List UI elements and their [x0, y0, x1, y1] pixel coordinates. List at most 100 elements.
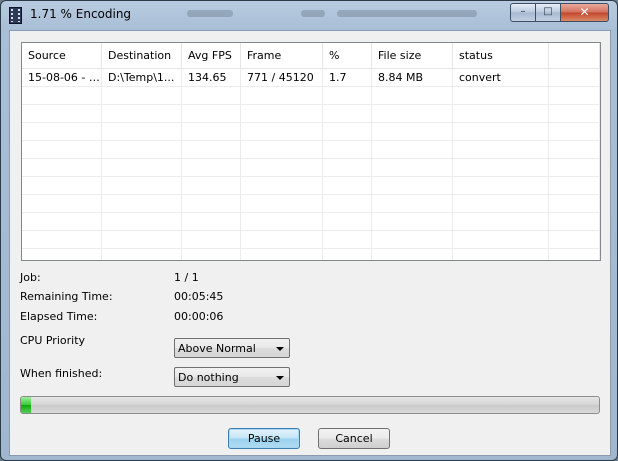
- empty-cell: [453, 159, 549, 176]
- cell-percent: 1.7: [323, 69, 372, 86]
- encoding-progress-bar: [20, 396, 600, 414]
- empty-cell: [453, 87, 549, 104]
- cpu-priority-value: Above Normal: [178, 342, 256, 355]
- maximize-icon: □: [543, 6, 553, 17]
- empty-cell: [549, 123, 600, 140]
- empty-cell: [102, 141, 182, 158]
- empty-cell: [372, 87, 453, 104]
- empty-table-row: [22, 249, 600, 260]
- empty-cell: [182, 249, 241, 260]
- empty-cell: [549, 105, 600, 122]
- empty-cell: [323, 159, 372, 176]
- empty-cell: [549, 249, 600, 260]
- empty-cell: [182, 177, 241, 194]
- empty-cell: [182, 123, 241, 140]
- empty-table-row: [22, 177, 600, 195]
- empty-cell: [323, 195, 372, 212]
- maximize-button[interactable]: □: [535, 3, 561, 22]
- column-header-status[interactable]: status: [453, 43, 549, 68]
- title-bar[interactable]: 1.71 % Encoding – □ ✕: [1, 1, 617, 29]
- cell-file-size: 8.84 MB: [372, 69, 453, 86]
- blurred-title-area: [337, 10, 477, 17]
- column-header-avg-fps[interactable]: Avg FPS: [182, 43, 241, 68]
- empty-table-row: [22, 159, 600, 177]
- empty-cell: [453, 213, 549, 230]
- empty-cell: [22, 231, 102, 248]
- empty-cell: [241, 105, 323, 122]
- empty-cell: [102, 213, 182, 230]
- empty-cell: [102, 123, 182, 140]
- when-finished-label: When finished:: [20, 367, 103, 380]
- empty-cell: [22, 141, 102, 158]
- empty-cell: [241, 213, 323, 230]
- empty-cell: [182, 87, 241, 104]
- empty-cell: [241, 249, 323, 260]
- cancel-button[interactable]: Cancel: [318, 428, 390, 449]
- dialog-body: Source Destination Avg FPS Frame % File …: [9, 30, 611, 456]
- empty-cell: [241, 177, 323, 194]
- close-icon: ✕: [579, 5, 590, 19]
- empty-table-row: [22, 231, 600, 249]
- blurred-title-area: [187, 10, 233, 17]
- column-header-file-size[interactable]: File size: [372, 43, 453, 68]
- table-row[interactable]: 15-08-06 - T... D:\Temp\1... 134.65 771 …: [22, 69, 600, 87]
- when-finished-select[interactable]: Do nothing: [174, 367, 290, 387]
- cpu-priority-select[interactable]: Above Normal: [174, 338, 290, 358]
- column-header-filler: [549, 43, 600, 68]
- empty-cell: [241, 231, 323, 248]
- empty-cell: [372, 195, 453, 212]
- empty-cell: [372, 123, 453, 140]
- empty-cell: [453, 123, 549, 140]
- empty-cell: [372, 177, 453, 194]
- cell-filler: [549, 69, 600, 86]
- empty-cell: [102, 159, 182, 176]
- column-header-destination[interactable]: Destination: [102, 43, 182, 68]
- empty-cell: [323, 87, 372, 104]
- empty-cell: [102, 195, 182, 212]
- empty-cell: [323, 177, 372, 194]
- empty-cell: [372, 249, 453, 260]
- film-strip-icon: [9, 7, 22, 24]
- empty-table-row: [22, 213, 600, 231]
- empty-table-row: [22, 105, 600, 123]
- empty-cell: [182, 141, 241, 158]
- empty-cell: [372, 159, 453, 176]
- empty-cell: [241, 123, 323, 140]
- empty-cell: [549, 213, 600, 230]
- empty-cell: [22, 195, 102, 212]
- empty-cell: [453, 105, 549, 122]
- empty-cell: [241, 87, 323, 104]
- empty-cell: [549, 159, 600, 176]
- minimize-button[interactable]: –: [510, 3, 536, 22]
- empty-cell: [102, 231, 182, 248]
- cell-frame: 771 / 45120: [241, 69, 323, 86]
- empty-cell: [549, 231, 600, 248]
- empty-cell: [182, 195, 241, 212]
- column-header-frame[interactable]: Frame: [241, 43, 323, 68]
- empty-cell: [549, 87, 600, 104]
- empty-cell: [22, 87, 102, 104]
- remaining-time-label: Remaining Time:: [20, 290, 113, 303]
- empty-cell: [241, 195, 323, 212]
- empty-cell: [453, 195, 549, 212]
- empty-cell: [549, 141, 600, 158]
- empty-table-row: [22, 123, 600, 141]
- empty-cell: [182, 159, 241, 176]
- empty-cell: [22, 213, 102, 230]
- pause-button[interactable]: Pause: [228, 428, 300, 449]
- blurred-title-area: [301, 10, 325, 17]
- column-header-percent[interactable]: %: [323, 43, 372, 68]
- elapsed-time-value: 00:00:06: [174, 310, 224, 323]
- empty-cell: [102, 177, 182, 194]
- empty-cell: [22, 249, 102, 260]
- when-finished-value: Do nothing: [178, 371, 239, 384]
- empty-cell: [549, 177, 600, 194]
- column-header-source[interactable]: Source: [22, 43, 102, 68]
- job-table[interactable]: Source Destination Avg FPS Frame % File …: [21, 42, 601, 261]
- empty-cell: [453, 177, 549, 194]
- empty-cell: [323, 249, 372, 260]
- empty-cell: [372, 213, 453, 230]
- close-button[interactable]: ✕: [560, 3, 609, 22]
- empty-cell: [453, 249, 549, 260]
- minimize-icon: –: [520, 6, 526, 17]
